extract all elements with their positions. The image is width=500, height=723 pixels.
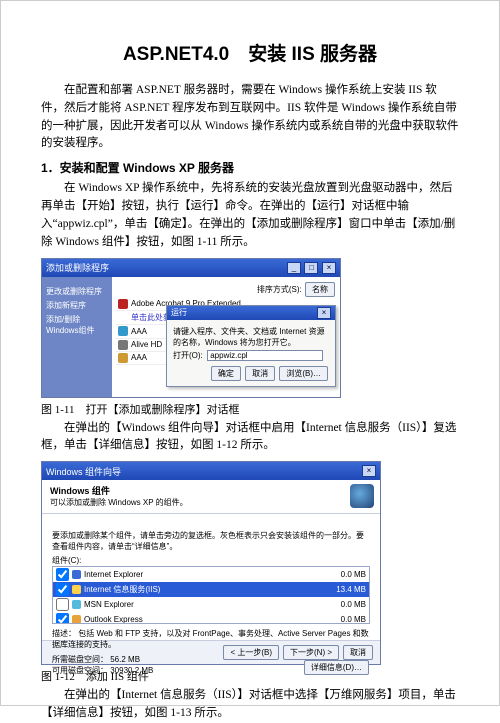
close-icon[interactable]: × (362, 465, 376, 477)
intro-paragraph: 在配置和部署 ASP.NET 服务器时，需要在 Windows 操作系统上安装 … (41, 82, 459, 153)
desc-label: 描述： (52, 629, 76, 638)
wizard-title: Windows 组件 (50, 484, 372, 497)
disk-info: 所需磁盘空间： 56.2 MB 可用磁盘空间： 30930.2 MB (52, 654, 153, 676)
window-titlebar[interactable]: Windows 组件向导 × (42, 462, 380, 480)
page-title: ASP.NET4.0 安装 IIS 服务器 (41, 39, 459, 66)
app-icon (118, 353, 128, 363)
window-title: Windows 组件向导 (46, 465, 121, 478)
cancel-button[interactable]: 取消 (245, 366, 275, 381)
outlook-icon (72, 615, 81, 624)
open-label: 打开(O): (173, 350, 205, 361)
component-size: 0.0 MB (341, 570, 366, 579)
component-name: MSN Explorer (84, 600, 338, 609)
desc-text: 包括 Web 和 FTP 支持，以及对 FrontPage、事务处理、Activ… (52, 629, 369, 649)
wizard-body: Windows 组件 可以添加或删除 Windows XP 的组件。 要添加或删… (42, 480, 380, 640)
disk-need-label: 所需磁盘空间： (52, 655, 108, 664)
window-body: 更改或删除程序 添加新程序 添加/删除Windows组件 排序方式(S): 名称… (42, 277, 340, 397)
sidebar-item-windows-components[interactable]: 添加/删除Windows组件 (46, 315, 108, 336)
browse-button[interactable]: 浏览(B)… (279, 366, 328, 381)
sort-dropdown[interactable]: 名称 (305, 282, 335, 297)
component-name: Internet Explorer (84, 570, 338, 579)
run-input[interactable] (207, 350, 323, 361)
run-dialog: 运行 × 请键入程序、文件夹、文档或 Internet 资源的名称，Window… (166, 305, 336, 387)
minimize-icon[interactable]: _ (287, 262, 301, 274)
sidebar: 更改或删除程序 添加新程序 添加/删除Windows组件 (42, 277, 112, 397)
section-1-heading: 1．安装和配置 Windows XP 服务器 (41, 159, 459, 176)
wizard-description-row: 描述： 包括 Web 和 FTP 支持，以及对 FrontPage、事务处理、A… (52, 628, 370, 650)
component-size: 0.0 MB (341, 600, 366, 609)
component-name: Outlook Express (84, 615, 338, 624)
run-dialog-desc: 请键入程序、文件夹、文档或 Internet 资源的名称，Windows 将为您… (173, 326, 329, 348)
iis-icon (72, 585, 81, 594)
run-dialog-titlebar[interactable]: 运行 × (167, 306, 335, 320)
window-titlebar[interactable]: 添加或删除程序 _ □ × (42, 259, 340, 277)
sidebar-item-change-remove[interactable]: 更改或删除程序 (46, 287, 108, 297)
details-button[interactable]: 详细信息(D)… (304, 660, 369, 675)
windows-logo-icon (350, 484, 374, 508)
window-controls: _ □ × (286, 262, 336, 274)
component-row[interactable]: Outlook Express 0.0 MB (53, 612, 369, 624)
sort-label: 排序方式(S): (257, 285, 302, 294)
app-icon (118, 299, 128, 309)
wizard-header: Windows 组件 可以添加或删除 Windows XP 的组件。 (42, 480, 380, 514)
disk-free-label: 可用磁盘空间： (52, 666, 108, 675)
paragraph-2: 在弹出的【Windows 组件向导】对话框中启用【Internet 信息服务（I… (41, 420, 459, 456)
maximize-icon[interactable]: □ (304, 262, 318, 274)
ie-icon (72, 570, 81, 579)
ok-button[interactable]: 确定 (211, 366, 241, 381)
sidebar-item-add-new[interactable]: 添加新程序 (46, 301, 108, 311)
figure-1-11-caption: 图 1-11 打开【添加或删除程序】对话框 (41, 401, 459, 417)
program-list-pane: 排序方式(S): 名称 Adobe Acrobat 9 Pro Extended… (112, 277, 340, 397)
run-dialog-body: 请键入程序、文件夹、文档或 Internet 资源的名称，Windows 将为您… (167, 320, 335, 386)
disk-free-value: 30930.2 MB (110, 666, 153, 675)
component-size: 0.0 MB (341, 615, 366, 624)
component-name: Internet 信息服务(IIS) (84, 584, 333, 595)
run-dialog-title: 运行 (171, 307, 187, 318)
component-checkbox[interactable] (56, 613, 69, 624)
app-icon (118, 326, 128, 336)
section-1-paragraph: 在 Windows XP 操作系统中，先将系统的安装光盘放置到光盘驱动器中，然后… (41, 180, 459, 251)
component-checkbox[interactable] (56, 568, 69, 581)
disk-need-value: 56.2 MB (110, 655, 140, 664)
close-icon[interactable]: × (322, 262, 336, 274)
components-label: 组件(C): (52, 555, 370, 566)
msn-icon (72, 600, 81, 609)
component-row[interactable]: Internet Explorer 0.0 MB (53, 567, 369, 582)
components-list[interactable]: Internet Explorer 0.0 MB Internet 信息服务(I… (52, 566, 370, 624)
app-icon (118, 340, 128, 350)
component-row[interactable]: MSN Explorer 0.0 MB (53, 597, 369, 612)
close-icon[interactable]: × (317, 307, 331, 319)
screenshot-add-remove-programs: 添加或删除程序 _ □ × 更改或删除程序 添加新程序 添加/删除Windows… (41, 258, 341, 398)
wizard-hint: 要添加或删除某个组件，请单击旁边的复选框。灰色框表示只会安装该组件的一部分。要查… (52, 530, 370, 552)
window-title: 添加或删除程序 (46, 261, 109, 274)
component-row-iis[interactable]: Internet 信息服务(IIS) 13.4 MB (53, 582, 369, 597)
paragraph-3: 在弹出的【Internet 信息服务（IIS）】对话框中选择【万维网服务】项目，… (41, 687, 459, 723)
component-checkbox[interactable] (56, 583, 69, 596)
component-checkbox[interactable] (56, 598, 69, 611)
screenshot-windows-components-wizard: Windows 组件向导 × Windows 组件 可以添加或删除 Window… (41, 461, 381, 665)
wizard-subtitle: 可以添加或删除 Windows XP 的组件。 (50, 497, 372, 508)
document-page: ASP.NET4.0 安装 IIS 服务器 在配置和部署 ASP.NET 服务器… (0, 0, 500, 706)
component-size: 13.4 MB (336, 585, 366, 594)
